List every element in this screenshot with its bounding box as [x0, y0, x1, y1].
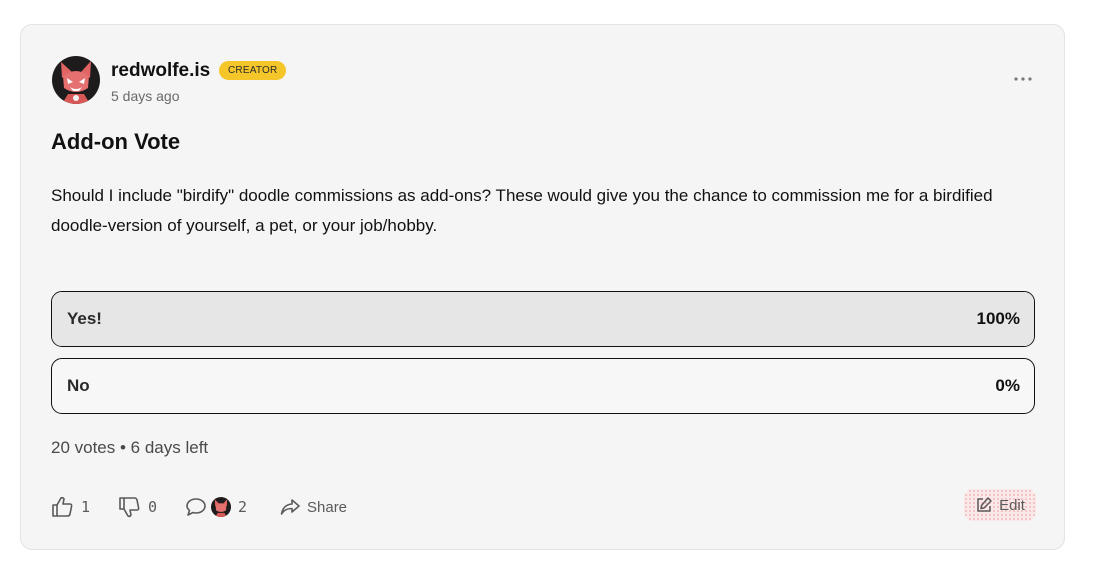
poll-option-no[interactable]: No 0% [51, 358, 1035, 414]
thumbs-up-icon [52, 496, 73, 517]
thumbs-down-icon [119, 497, 140, 518]
share-label: Share [307, 498, 348, 516]
poll-option-label: Yes! [67, 309, 102, 328]
post-card: redwolfe.is CREATOR 5 days ago Add-on Vo… [20, 24, 1065, 550]
author-name[interactable]: redwolfe.is [111, 60, 210, 82]
dislike-button[interactable]: 0 [118, 495, 157, 519]
edit-pencil-icon [977, 497, 992, 512]
share-arrow-icon [280, 499, 300, 515]
poll-option-fill [52, 292, 1034, 346]
poll-option-percent: 0% [995, 376, 1020, 395]
comment-bubble-icon [186, 498, 206, 516]
like-button[interactable]: 1 [51, 495, 90, 519]
dislike-count: 0 [148, 498, 158, 516]
comment-count: 2 [238, 498, 248, 516]
edit-label: Edit [999, 496, 1025, 514]
like-count: 1 [81, 498, 91, 516]
share-button[interactable]: Share [279, 495, 347, 519]
post-body: Should I include "birdify" doodle commis… [51, 186, 993, 235]
poll-option-percent: 100% [976, 309, 1020, 328]
post-title: Add-on Vote [51, 129, 181, 154]
commenter-avatar [211, 497, 231, 517]
poll-meta: 20 votes • 6 days left [51, 438, 209, 457]
poll-option-yes[interactable]: Yes! 100% [51, 291, 1035, 347]
edit-button[interactable]: Edit [964, 489, 1036, 521]
red-cartoon-wolf-avatar-icon [214, 499, 228, 517]
more-horizontal-icon [1014, 77, 1032, 81]
more-options-button[interactable] [1011, 71, 1035, 87]
poll-option-label: No [67, 376, 90, 395]
author-avatar[interactable] [52, 56, 100, 104]
comments-button[interactable]: 2 [185, 495, 247, 519]
creator-badge: CREATOR [219, 61, 287, 80]
post-timestamp: 5 days ago [111, 88, 180, 104]
red-cartoon-wolf-avatar-icon [61, 61, 91, 104]
